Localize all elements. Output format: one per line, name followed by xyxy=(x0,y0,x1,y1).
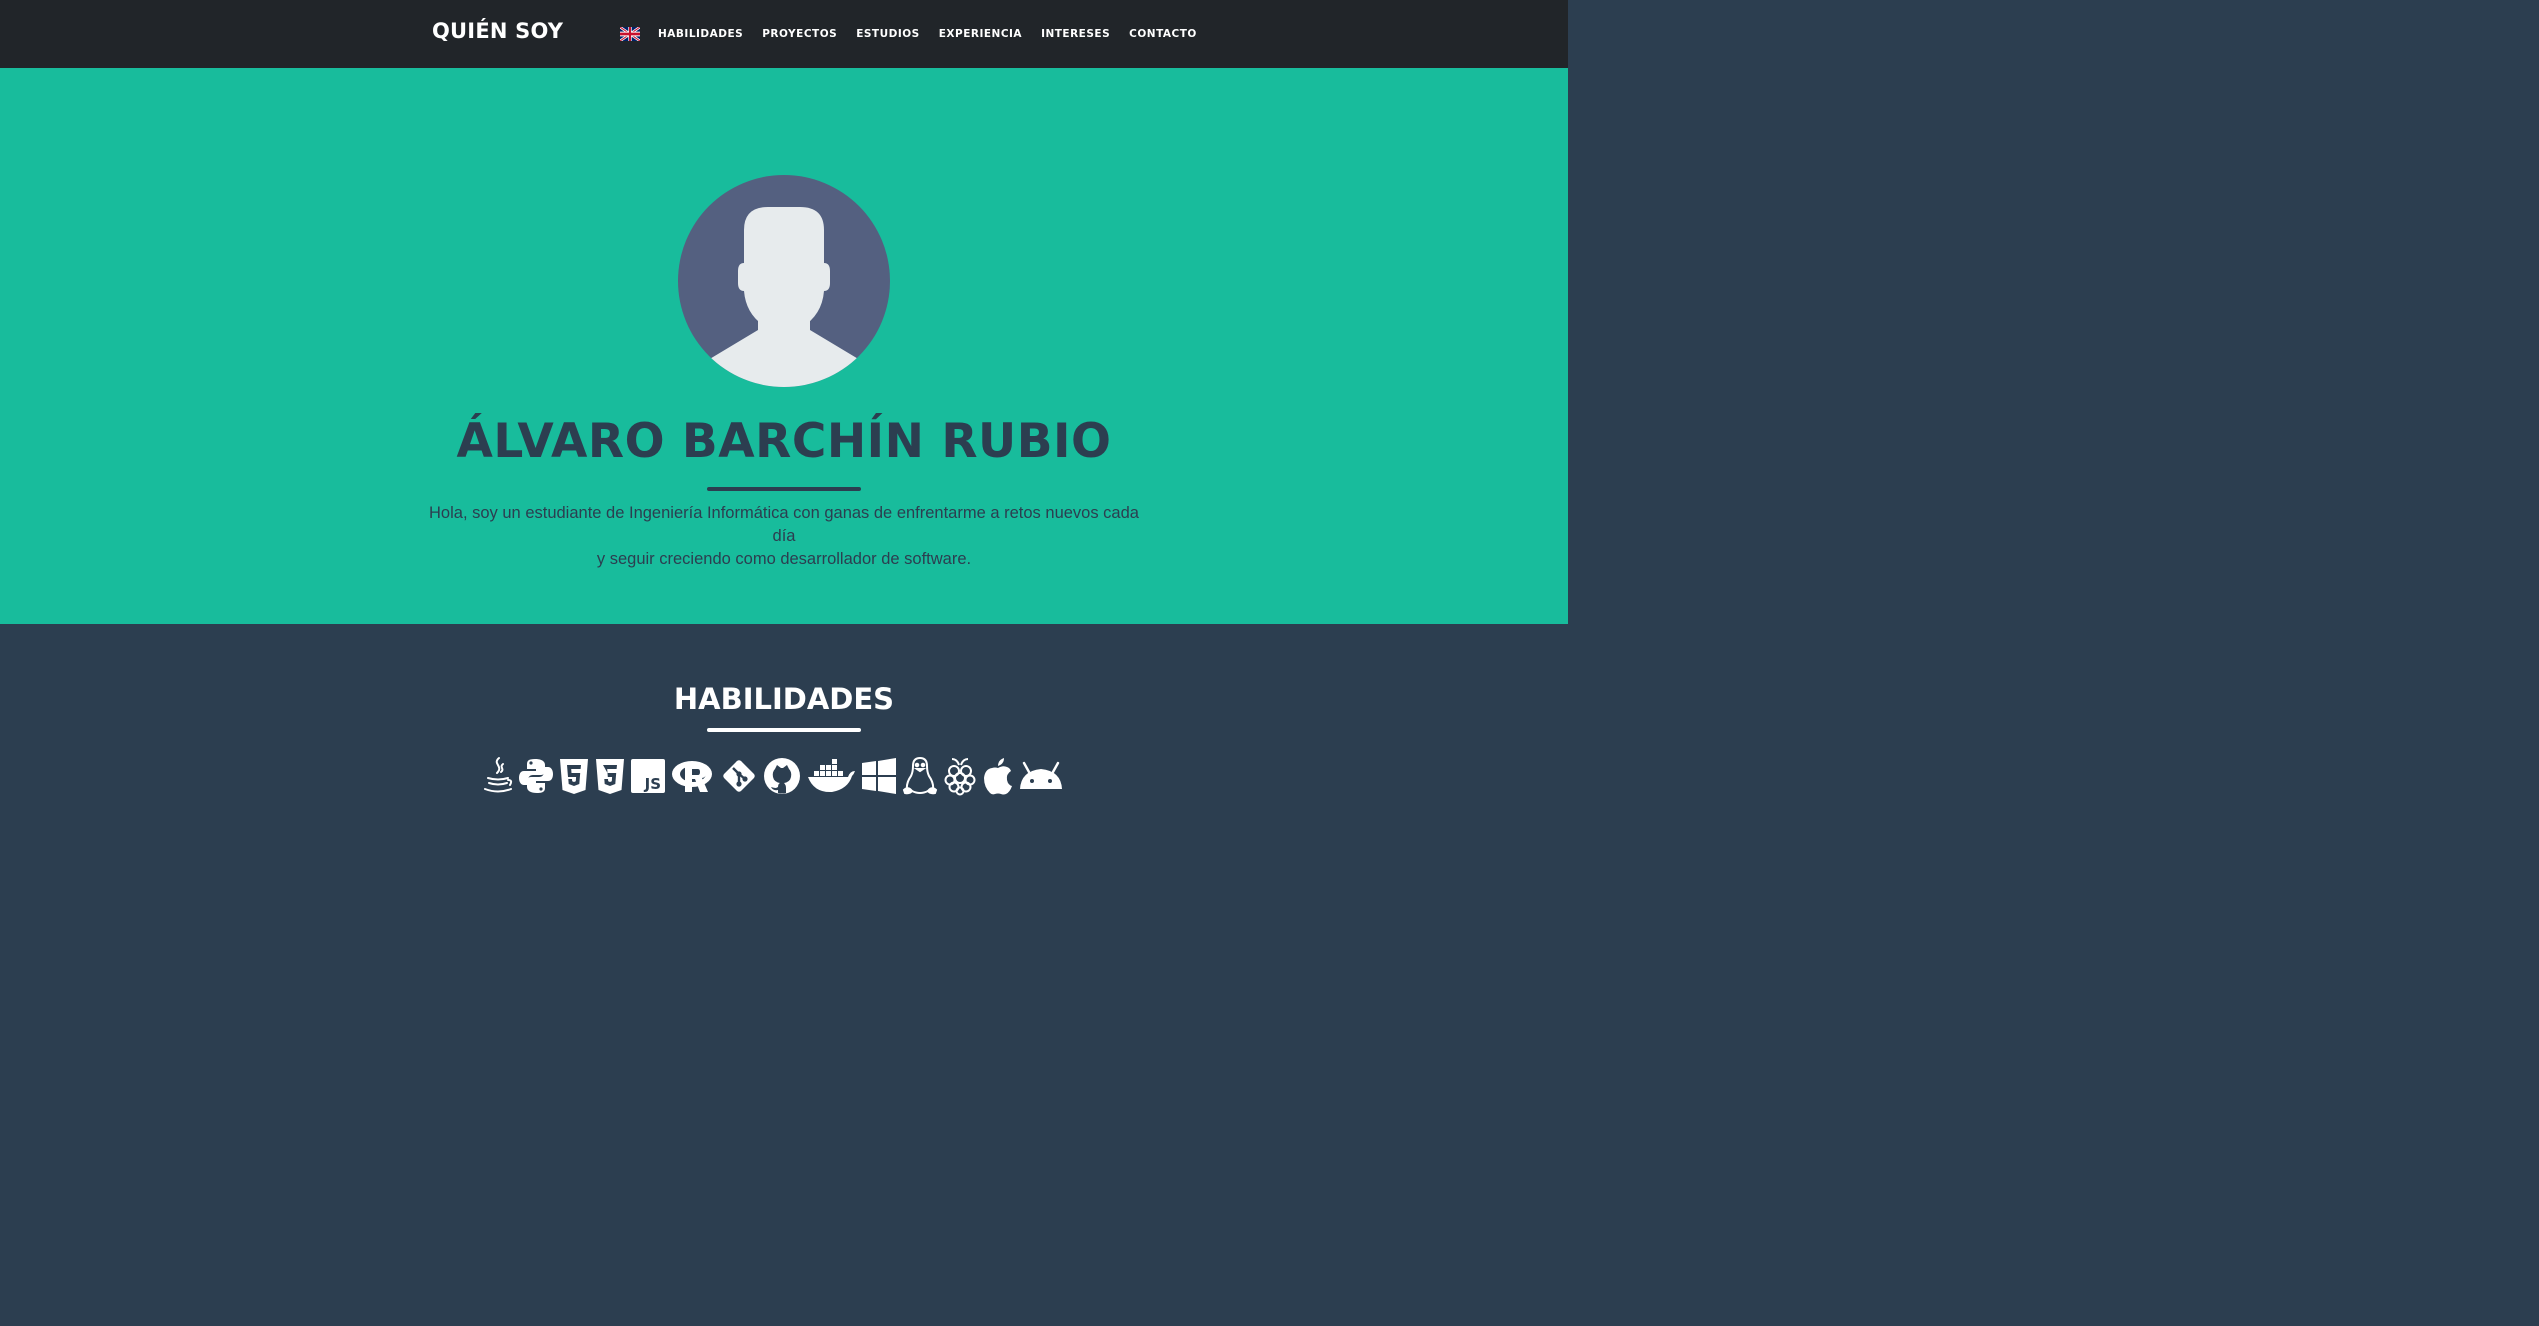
nav-link-intereses[interactable]: INTERESES xyxy=(1041,26,1110,42)
skill-icons-row: JS xyxy=(482,756,1064,796)
github-icon xyxy=(762,757,802,795)
svg-text:JS: JS xyxy=(644,775,661,793)
skills-title: HABILIDADES xyxy=(673,682,895,716)
page-title: ÁLVARO BARCHÍN RUBIO xyxy=(456,414,1112,469)
apple-icon xyxy=(982,757,1014,795)
android-icon xyxy=(1018,757,1064,795)
intro-line-1: Hola, soy un estudiante de Ingeniería In… xyxy=(429,504,1139,545)
brand-link[interactable]: QUIÉN SOY xyxy=(432,19,563,43)
nav-link-habilidades[interactable]: HABILIDADES xyxy=(658,26,743,42)
user-avatar-icon xyxy=(678,175,890,387)
uk-flag-icon[interactable] xyxy=(620,27,658,41)
title-divider xyxy=(707,487,861,491)
raspberry-pi-icon xyxy=(942,756,978,796)
nav-link-proyectos[interactable]: PROYECTOS xyxy=(762,26,837,42)
html5-icon xyxy=(558,757,590,795)
python-icon xyxy=(518,757,554,795)
docker-icon xyxy=(806,757,856,795)
linux-icon xyxy=(902,756,938,796)
intro-line-2: y seguir creciendo como desarrollador de… xyxy=(596,550,972,568)
windows-icon xyxy=(860,757,898,795)
nav-link-estudios[interactable]: ESTUDIOS xyxy=(856,26,920,42)
javascript-icon: JS xyxy=(630,758,666,794)
navbar: QUIÉN SOY HABILIDADES PROYECTOS ESTUDIOS… xyxy=(0,0,1568,68)
nav-link-experiencia[interactable]: EXPERIENCIA xyxy=(939,26,1022,42)
git-icon xyxy=(720,757,758,795)
nav-menu: HABILIDADES PROYECTOS ESTUDIOS EXPERIENC… xyxy=(620,26,1216,42)
nav-link-contacto[interactable]: CONTACTO xyxy=(1129,26,1197,42)
css3-icon xyxy=(594,757,626,795)
hero-section: ÁLVARO BARCHÍN RUBIO Hola, soy un estudi… xyxy=(0,68,1568,624)
intro-text: Hola, soy un estudiante de Ingeniería In… xyxy=(424,502,1144,571)
java-icon xyxy=(482,756,514,796)
skills-section: HABILIDADES JS xyxy=(0,624,1568,819)
r-icon xyxy=(670,757,716,795)
skills-divider xyxy=(707,728,861,732)
